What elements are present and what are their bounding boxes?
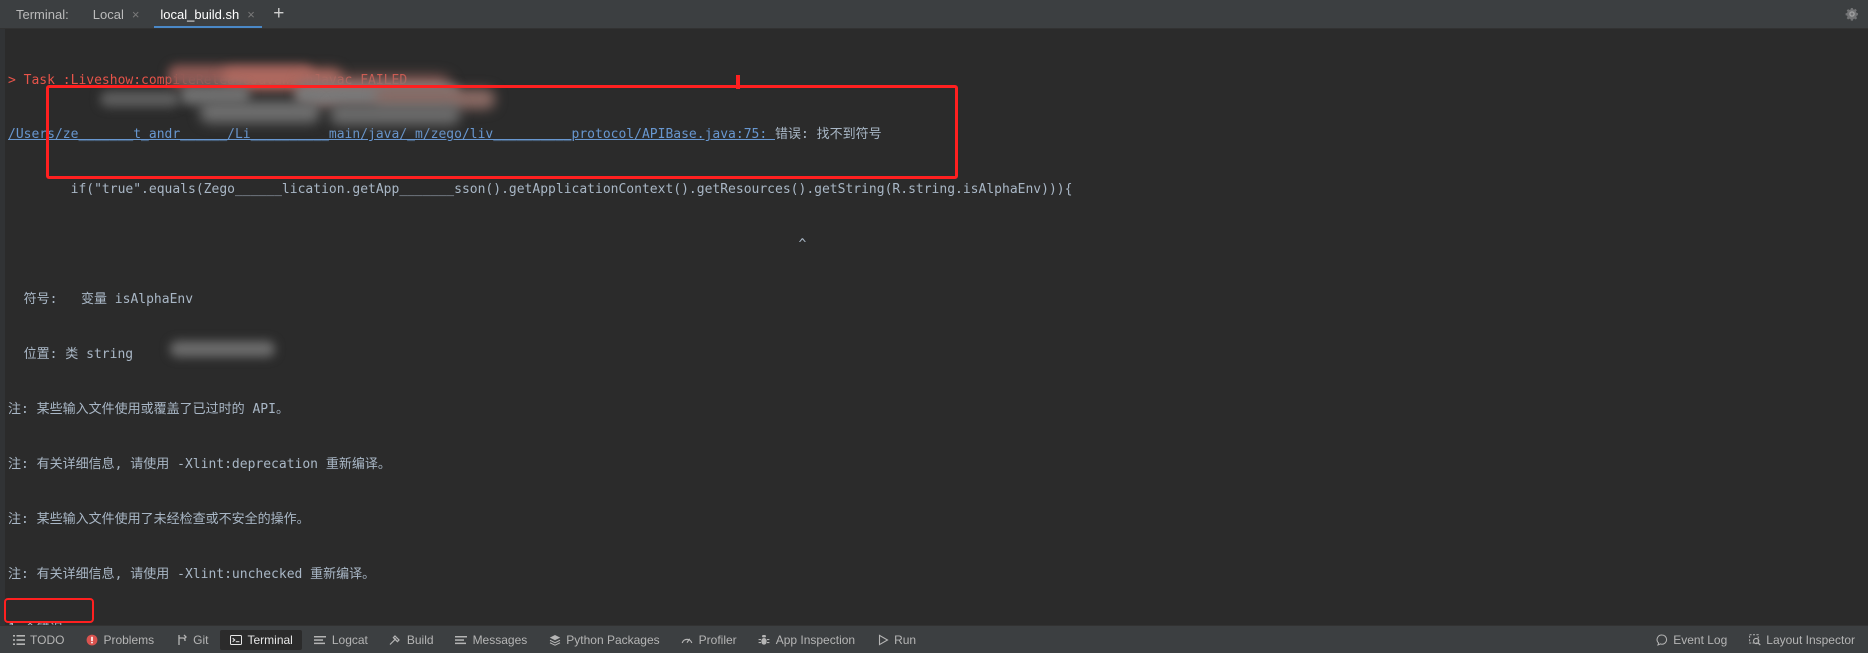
terminal-label: Terminal: xyxy=(16,6,69,22)
status-item-label: Layout Inspector xyxy=(1766,632,1855,647)
terminal-line: 位置: 类 string xyxy=(8,347,134,363)
balloon-icon xyxy=(1655,633,1668,646)
status-item-build[interactable]: Build xyxy=(380,630,443,650)
status-item-todo[interactable]: TODO xyxy=(3,630,73,650)
status-item-problems[interactable]: Problems xyxy=(76,630,163,650)
inspect-icon xyxy=(1748,633,1761,646)
status-item-layout-inspector[interactable]: Layout Inspector xyxy=(1739,630,1864,650)
terminal-line: /Users/ze_______t_andr______/Li_________… xyxy=(8,126,1868,144)
status-item-run[interactable]: Run xyxy=(867,630,925,650)
status-item-terminal[interactable]: Terminal xyxy=(220,629,302,650)
error-message: 错误: 找不到符号 xyxy=(775,127,882,143)
status-item-label: Terminal xyxy=(247,632,293,647)
status-item-label: Profiler xyxy=(698,632,737,647)
bug-icon xyxy=(758,633,771,646)
status-item-event-log[interactable]: Event Log xyxy=(1646,630,1736,650)
gear-icon[interactable] xyxy=(1844,6,1860,22)
terminal-output-panel[interactable]: > Task :Liveshow:compileReleaseJavaWithJ… xyxy=(0,29,1868,625)
terminal-text: > Task :Liveshow:compileReleaseJavaWithJ… xyxy=(8,35,1868,625)
status-item-python-packages[interactable]: Python Packages xyxy=(539,630,668,650)
status-item-label: Messages xyxy=(472,632,528,647)
close-icon[interactable]: × xyxy=(246,8,256,21)
terminal-line: 注: 有关详细信息, 请使用 -Xlint:unchecked 重新编译。 xyxy=(8,566,376,582)
tab-local-build-sh[interactable]: local_build.sh × xyxy=(150,0,265,28)
list-icon xyxy=(12,633,25,646)
terminal-line: 注: 某些输入文件使用了未经检查或不安全的操作。 xyxy=(8,511,310,527)
lines-icon xyxy=(455,633,468,646)
terminal-tab-bar: Terminal: Local × local_build.sh × + xyxy=(0,0,1868,29)
status-item-label: Problems xyxy=(103,632,155,647)
close-icon[interactable]: × xyxy=(131,8,141,21)
status-bar: TODO Problems Git Terminal Logcat Build xyxy=(0,625,1868,653)
branch-icon xyxy=(175,633,188,646)
lines-icon xyxy=(314,633,327,646)
layers-icon xyxy=(548,633,561,646)
status-item-label: Run xyxy=(894,632,917,647)
status-item-logcat[interactable]: Logcat xyxy=(305,630,377,650)
terminal-line: if("true".equals(Zego______lication.getA… xyxy=(8,182,1073,198)
terminal-line-caret: ^ xyxy=(8,237,807,253)
status-item-git[interactable]: Git xyxy=(166,630,217,650)
add-tab-button[interactable]: + xyxy=(266,0,292,28)
status-item-app-inspection[interactable]: App Inspection xyxy=(749,630,864,650)
terminal-line: 符号: 变量 isAlphaEnv xyxy=(8,292,194,308)
status-item-label: Git xyxy=(193,632,209,647)
hammer-icon xyxy=(389,633,402,646)
tab-local-build-sh-label: local_build.sh xyxy=(160,6,240,22)
tab-local-label: Local xyxy=(92,6,124,22)
terminal-line: > Task :Liveshow:compileReleaseJavaWithJ… xyxy=(8,72,408,88)
terminal-line: 注: 某些输入文件使用或覆盖了已过时的 API。 xyxy=(8,401,289,417)
status-item-messages[interactable]: Messages xyxy=(446,630,537,650)
error-icon xyxy=(85,633,98,646)
status-item-label: App Inspection xyxy=(775,632,856,647)
status-item-label: Build xyxy=(406,632,434,647)
terminal-gutter xyxy=(0,29,5,625)
status-item-label: Logcat xyxy=(331,632,368,647)
status-bar-right-group: Event Log Layout Inspector xyxy=(1643,630,1864,650)
gauge-icon xyxy=(681,633,694,646)
status-item-label: Python Packages xyxy=(566,632,660,647)
play-icon xyxy=(876,633,889,646)
status-item-label: TODO xyxy=(30,632,65,647)
terminal-line: 注: 有关详细信息, 请使用 -Xlint:deprecation 重新编译。 xyxy=(8,456,391,472)
status-item-profiler[interactable]: Profiler xyxy=(672,630,746,650)
terminal-icon xyxy=(229,633,242,646)
status-item-label: Event Log xyxy=(1673,632,1728,647)
source-file-link[interactable]: /Users/ze_______t_andr______/Li_________… xyxy=(8,127,775,142)
tab-local[interactable]: Local × xyxy=(83,0,151,28)
